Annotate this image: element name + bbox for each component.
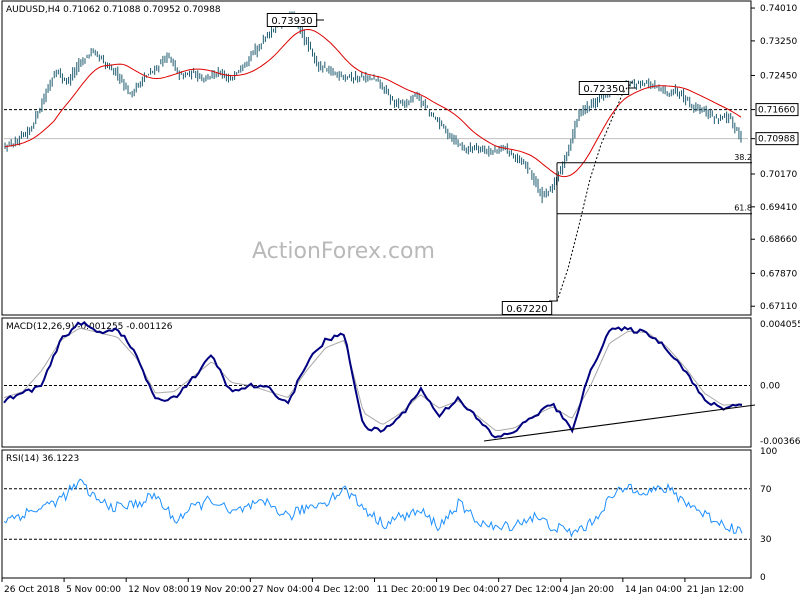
time-x-axis: 26 Oct 2018 5 Nov 00:00 12 Nov 08:00 19 Nov… — [1, 578, 744, 595]
resistance-price-label: 0.71660 — [758, 106, 795, 116]
price-tick-label: 0.70170 — [760, 170, 797, 180]
macd-lines — [3, 321, 756, 442]
x-tick-label: 21 Jan 12:00 — [687, 585, 744, 595]
rsi-tick-label: 100 — [760, 447, 777, 457]
price-annotations: 0.73930 0.72350 0.67220 38.2 61.8 — [266, 13, 752, 315]
price-pane-title: AUDUSD,H4 0.71062 0.71088 0.70952 0.7098… — [6, 5, 221, 15]
price-candles — [4, 11, 742, 204]
price-tick-label: 0.67870 — [760, 269, 797, 279]
x-tick-label: 4 Dec 12:00 — [314, 585, 369, 595]
price-y-axis: 0.74010 0.73250 0.72450 0.70170 0.69410 0.686… — [751, 4, 799, 312]
price-pane-border — [1, 0, 752, 316]
rsi-pane-title: RSI(14) 36.1223 — [6, 454, 79, 464]
rsi-tick-label: 70 — [760, 485, 772, 495]
x-tick-label: 4 Jan 20:00 — [563, 585, 615, 595]
high-label-0-73930: 0.73930 — [271, 16, 312, 27]
fib-38-2-label: 38.2 — [734, 153, 752, 162]
price-tick-label: 0.73250 — [760, 37, 797, 47]
x-tick-label: 26 Oct 2018 — [4, 585, 60, 595]
price-grid-lines — [4, 109, 748, 140]
price-tick-label: 0.68660 — [760, 235, 797, 245]
swing-trendline — [556, 79, 635, 302]
rsi-line — [3, 478, 750, 540]
macd-main-line — [3, 321, 743, 439]
moving-average-line — [4, 28, 742, 178]
rsi-tick-label: 30 — [760, 535, 772, 545]
x-tick-label: 5 Nov 00:00 — [66, 585, 121, 595]
rsi-path — [3, 478, 743, 538]
x-tick-label: 27 Dec 12:00 — [501, 585, 562, 595]
macd-signal-line — [3, 327, 743, 432]
fib-61-8-label: 61.8 — [734, 204, 752, 213]
price-tick-label: 0.74010 — [760, 4, 797, 14]
moving-average-path — [4, 28, 742, 178]
chart-canvas: AUDUSD,H4 0.71062 0.71088 0.70952 0.7098… — [1, 0, 800, 595]
x-tick-label: 12 Nov 08:00 — [128, 585, 189, 595]
x-tick-label: 19 Nov 20:00 — [190, 585, 251, 595]
macd-tick-label: 0.00 — [760, 382, 780, 392]
macd-tick-label: 0.004055 — [760, 320, 800, 330]
x-tick-label: 19 Dec 04:00 — [439, 585, 500, 595]
low-label-0-67220: 0.67220 — [506, 304, 547, 315]
watermark: ActionForex.com — [252, 239, 435, 264]
x-tick-label: 14 Jan 04:00 — [625, 585, 682, 595]
price-tick-label: 0.69410 — [760, 203, 797, 213]
price-tick-label: 0.72450 — [760, 71, 797, 81]
macd-tick-label: -0.003662 — [760, 437, 800, 447]
macd-y-axis: 0.004055 0.00 -0.003662 — [760, 320, 800, 447]
current-price-label: 0.70988 — [758, 135, 795, 145]
rsi-pane-border — [1, 449, 752, 579]
rsi-y-axis: 100 70 30 0 — [760, 447, 777, 583]
price-tick-label: 0.67110 — [760, 302, 797, 312]
rsi-tick-label: 0 — [760, 573, 766, 583]
x-tick-label: 11 Dec 20:00 — [377, 585, 438, 595]
high-label-0-72350: 0.72350 — [583, 84, 624, 95]
x-tick-label: 27 Nov 04:00 — [252, 585, 313, 595]
